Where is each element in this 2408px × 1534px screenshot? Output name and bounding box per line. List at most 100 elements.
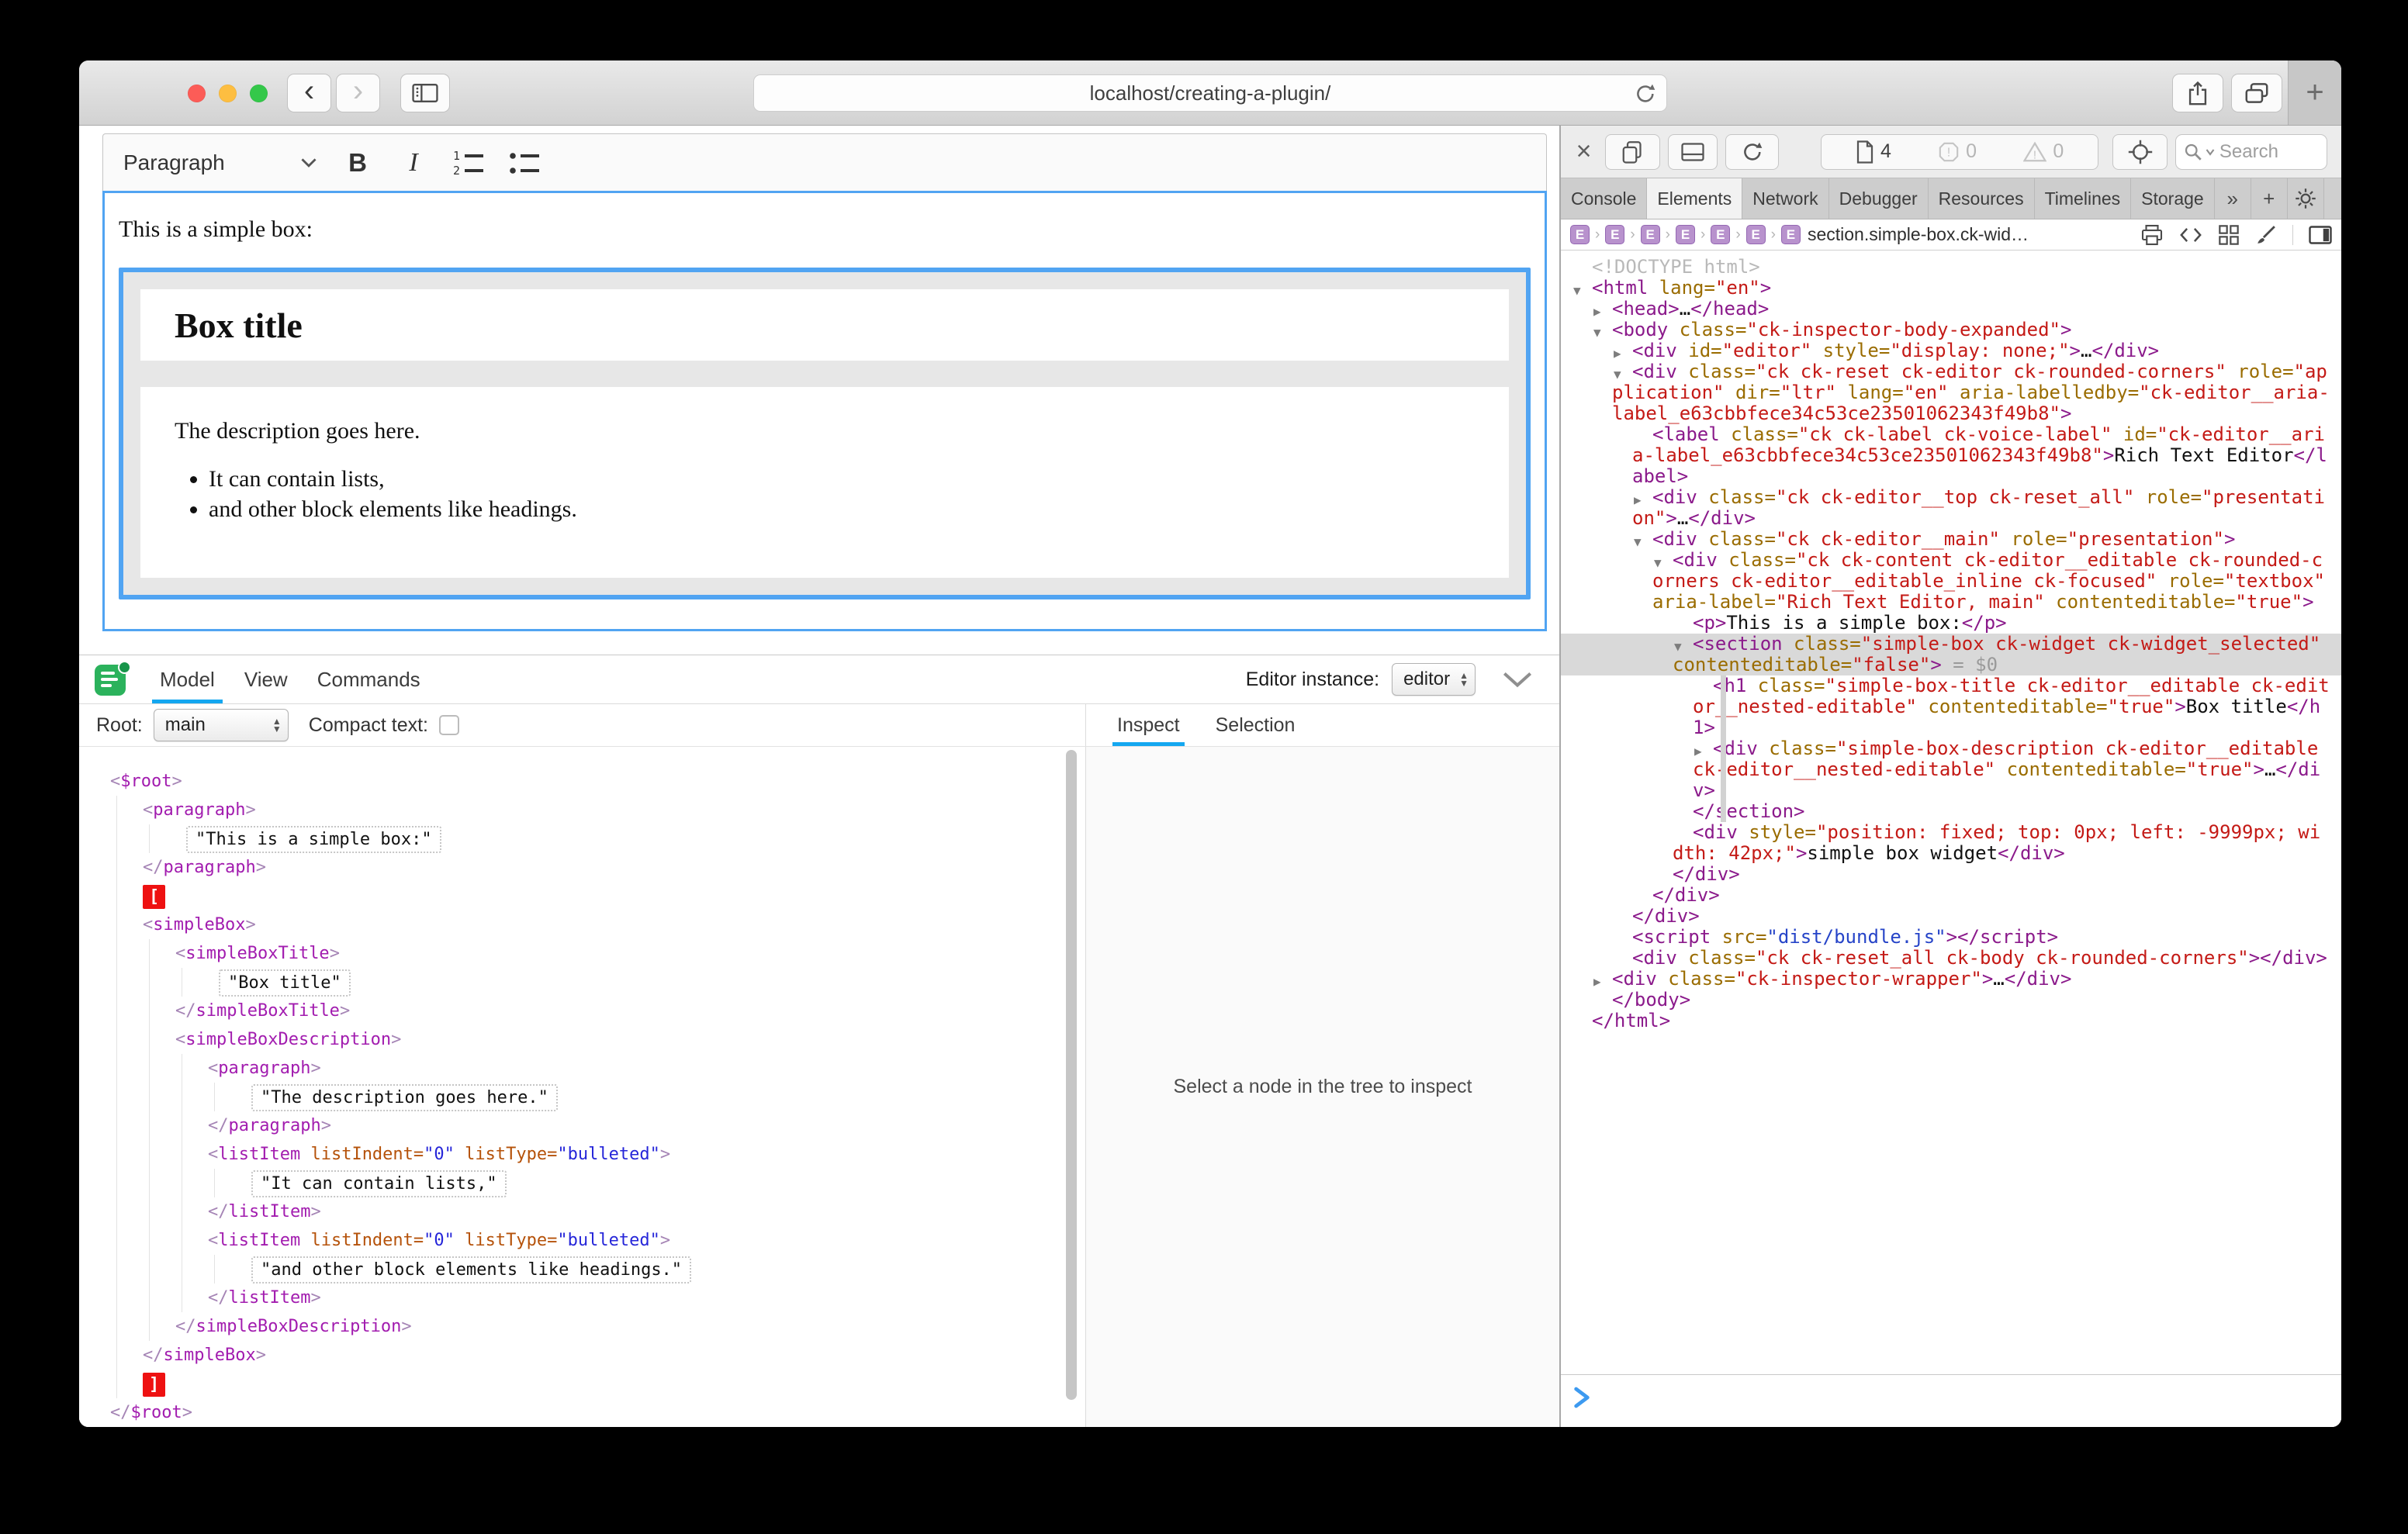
inspector-tab-view[interactable]: View [234, 655, 299, 703]
compact-text-checkbox[interactable] [439, 715, 459, 735]
tab-inspect[interactable]: Inspect [1112, 704, 1185, 746]
close-devtools-button[interactable]: × [1570, 136, 1597, 167]
reload-button[interactable] [1634, 82, 1657, 111]
model-tree-row[interactable]: "and other block elements like headings.… [79, 1255, 1085, 1284]
breadcrumb-element-badge[interactable]: E [1570, 225, 1590, 244]
dom-tree-row[interactable]: ▼<div class="ck ck-editor__main" role="p… [1561, 529, 2341, 550]
disclosure-open-icon[interactable]: ▼ [1634, 531, 1642, 552]
disclosure-closed-icon[interactable]: ▶ [1634, 489, 1642, 510]
print-icon[interactable] [2140, 224, 2164, 246]
element-picker-button[interactable] [2112, 134, 2167, 170]
inspector-tab-model[interactable]: Model [149, 655, 226, 703]
disclosure-open-icon[interactable]: ▼ [1614, 364, 1621, 385]
bold-button[interactable]: B [330, 141, 386, 185]
model-tree-row[interactable]: </simpleBoxTitle> [79, 997, 1085, 1025]
traffic-light-minimize-button[interactable] [219, 85, 237, 102]
detach-devtools-button[interactable] [1605, 134, 1659, 170]
issues-summary-button[interactable]: 4 ! 0 ! 0 [1821, 134, 2099, 170]
model-tree-row[interactable]: "It can contain lists," [79, 1169, 1085, 1197]
model-tree-row[interactable]: </paragraph> [79, 853, 1085, 882]
disclosure-open-icon[interactable]: ▼ [1573, 280, 1581, 301]
editor-instance-select[interactable]: editor ▲▼ [1392, 663, 1476, 696]
breadcrumb-element-badge[interactable]: E [1711, 225, 1730, 244]
dom-tree-row[interactable]: <!DOCTYPE html> [1561, 257, 2341, 278]
dom-tree-row[interactable]: <script src="dist/bundle.js"></script> [1561, 927, 2341, 948]
inspector-tab-commands[interactable]: Commands [306, 655, 431, 703]
disclosure-closed-icon[interactable]: ▶ [1694, 741, 1702, 762]
details-sidebar-toggle-icon[interactable] [2309, 224, 2332, 246]
quick-console[interactable] [1561, 1374, 2341, 1427]
disclosure-open-icon[interactable]: ▼ [1593, 322, 1601, 343]
new-tab-button[interactable]: + [2288, 60, 2341, 125]
devtools-tab-storage[interactable]: Storage [2131, 178, 2215, 219]
model-tree-row[interactable]: <listItem listIndent="0" listType="bulle… [79, 1140, 1085, 1169]
share-button[interactable] [2172, 74, 2223, 112]
dom-tree-row[interactable]: <h1 class="simple-box-title ck-editor__e… [1561, 675, 2341, 738]
model-tree-row[interactable]: <simpleBoxDescription> [79, 1025, 1085, 1054]
selected-node-label[interactable]: section.simple-box.ck-wid… [1808, 224, 2029, 245]
tab-selection[interactable]: Selection [1211, 704, 1300, 746]
collapse-inspector-icon[interactable] [1502, 671, 1533, 688]
model-tree-row[interactable]: <listItem listIndent="0" listType="bulle… [79, 1226, 1085, 1255]
dom-tree-row[interactable]: </div> [1561, 864, 2341, 885]
model-tree-row[interactable]: </listItem> [79, 1197, 1085, 1226]
devtools-settings-button[interactable] [2288, 178, 2324, 219]
dom-tree-row[interactable]: ▼<div class="ck ck-content ck-editor__ed… [1561, 550, 2341, 613]
devtools-tab-debugger[interactable]: Debugger [1829, 178, 1929, 219]
description-paragraph[interactable]: The description goes here. [175, 418, 1475, 444]
model-tree-row[interactable]: <$root> [79, 767, 1085, 796]
more-tabs-button[interactable]: » [2215, 178, 2251, 219]
address-bar[interactable]: localhost/creating-a-plugin/ [753, 74, 1667, 112]
intro-paragraph[interactable]: This is a simple box: [119, 216, 1531, 243]
model-tree-row[interactable]: </$root> [79, 1398, 1085, 1427]
model-tree-row[interactable]: <paragraph> [79, 796, 1085, 824]
breadcrumb-element-badge[interactable]: E [1605, 225, 1624, 244]
dom-tree-row[interactable]: ▼<div class="ck ck-reset ck-editor ck-ro… [1561, 361, 2341, 424]
dom-tree-row[interactable]: ▶<div class="ck-inspector-wrapper">…</di… [1561, 969, 2341, 990]
simple-box-widget[interactable]: Box title The description goes here. It … [119, 268, 1531, 599]
model-tree-row[interactable]: </paragraph> [79, 1111, 1085, 1140]
bulleted-list-button[interactable] [497, 141, 553, 185]
disclosure-open-icon[interactable]: ▼ [1654, 552, 1662, 573]
dom-tree-row[interactable]: ▶<div class="simple-box-description ck-e… [1561, 738, 2341, 801]
model-tree-row[interactable]: <simpleBox> [79, 910, 1085, 939]
model-tree-row[interactable]: <simpleBoxTitle> [79, 939, 1085, 968]
model-tree-row[interactable]: [ [79, 882, 1085, 910]
simple-box-description[interactable]: The description goes here. It can contai… [140, 387, 1509, 578]
simple-box-title[interactable]: Box title [140, 289, 1509, 361]
dom-tree-row[interactable]: <p>This is a simple box:</p> [1561, 613, 2341, 634]
back-button[interactable]: ‹ [287, 74, 331, 112]
styles-brush-icon[interactable] [2255, 224, 2277, 246]
dom-tree-row[interactable]: </body> [1561, 990, 2341, 1011]
dom-tree-row[interactable]: ▶<head>…</head> [1561, 299, 2341, 320]
dom-tree-row[interactable]: </html> [1561, 1011, 2341, 1031]
heading-dropdown[interactable]: Paragraph [111, 150, 330, 175]
tab-overview-button[interactable] [2231, 74, 2282, 112]
devtools-tab-console[interactable]: Console [1561, 178, 1647, 219]
model-tree-row[interactable]: <paragraph> [79, 1054, 1085, 1083]
breadcrumb-element-badge[interactable]: E [1676, 225, 1695, 244]
model-tree-row[interactable]: </simpleBox> [79, 1341, 1085, 1370]
numbered-list-button[interactable]: 12 [441, 141, 497, 185]
dock-side-button[interactable] [1668, 134, 1718, 170]
dom-tree-row[interactable]: ▼<body class="ck-inspector-body-expanded… [1561, 320, 2341, 340]
breadcrumb-element-badge[interactable]: E [1641, 225, 1660, 244]
italic-button[interactable]: I [386, 141, 441, 185]
devtools-search-field[interactable] [2175, 134, 2327, 170]
model-tree-scrollbar[interactable] [1066, 750, 1077, 1400]
add-tab-button[interactable]: + [2251, 178, 2288, 219]
devtools-tab-elements[interactable]: Elements [1647, 178, 1742, 219]
editor-editable-area[interactable]: This is a simple box: Box title The desc… [102, 191, 1547, 631]
dom-tree-row[interactable]: </div> [1561, 885, 2341, 906]
model-tree-row[interactable]: "This is a simple box:" [79, 824, 1085, 853]
box-title-heading[interactable]: Box title [175, 305, 303, 346]
forward-button[interactable]: › [336, 74, 380, 112]
breadcrumb-element-badge[interactable]: E [1746, 225, 1766, 244]
dom-tree-row[interactable]: </div> [1561, 906, 2341, 927]
breadcrumb-element-badge[interactable]: E [1781, 225, 1801, 244]
dom-tree-row[interactable]: </section> [1561, 801, 2341, 822]
dom-tree-row[interactable]: <div class="ck ck-reset_all ck-body ck-r… [1561, 948, 2341, 969]
disclosure-open-icon[interactable]: ▼ [1674, 636, 1682, 657]
sidebar-toggle-button[interactable] [400, 74, 450, 112]
model-tree-row[interactable]: "The description goes here." [79, 1083, 1085, 1111]
